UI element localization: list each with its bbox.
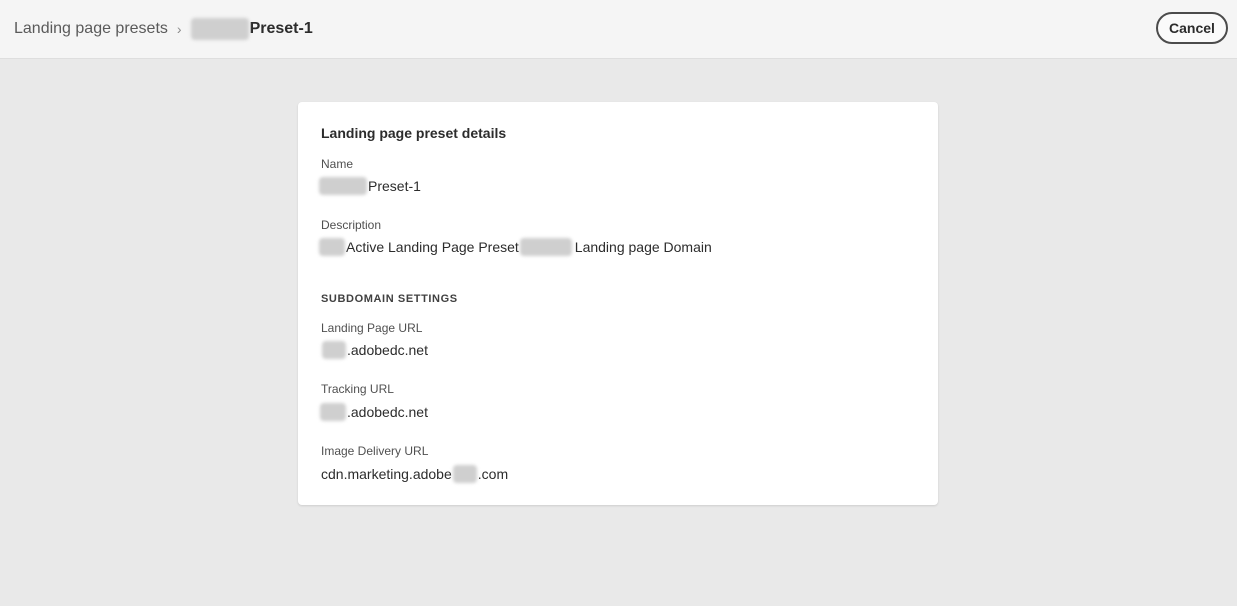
landing-page-url-text: .adobedc.net: [347, 342, 428, 358]
tracking-url-label: Tracking URL: [321, 382, 394, 396]
landing-page-url-label: Landing Page URL: [321, 321, 423, 335]
cancel-button[interactable]: Cancel: [1156, 12, 1228, 44]
redacted-text: [319, 177, 367, 195]
description-part2: Landing page Domain: [574, 239, 712, 255]
name-value-text: Preset-1: [368, 178, 421, 194]
redacted-text: [519, 238, 572, 256]
subdomain-settings-heading: SUBDOMAIN SETTINGS: [321, 293, 458, 305]
image-delivery-url-value: cdn.marketing.adobe .com: [321, 465, 508, 483]
redacted-text: [190, 18, 249, 40]
description-part1: Active Landing Page Preset: [346, 239, 519, 255]
name-value: Preset-1: [318, 177, 421, 195]
breadcrumb-landing-page-presets[interactable]: Landing page presets: [14, 20, 168, 38]
breadcrumb: Landing page presets › Preset-1: [14, 18, 313, 40]
preset-details-card: Landing page preset details Name Preset-…: [298, 102, 938, 505]
tracking-url-value: .adobedc.net: [319, 403, 428, 421]
landing-page-url-value: .adobedc.net: [321, 341, 428, 359]
image-url-suffix: .com: [477, 466, 509, 482]
redacted-text: [322, 341, 346, 359]
top-bar: Landing page presets › Preset-1 Cancel: [0, 0, 1237, 59]
description-label: Description: [321, 218, 382, 232]
tracking-url-text: .adobedc.net: [347, 404, 428, 420]
redacted-text: [320, 403, 346, 421]
redacted-text: [319, 238, 345, 256]
image-url-prefix: cdn.marketing.adobe: [321, 466, 452, 482]
description-value: Active Landing Page Preset Landing page …: [318, 238, 712, 256]
chevron-right-icon: ›: [176, 21, 182, 37]
breadcrumb-current-page: Preset-1: [249, 20, 313, 37]
redacted-text: [452, 465, 477, 483]
image-delivery-url-label: Image Delivery URL: [321, 444, 429, 458]
card-title: Landing page preset details: [321, 125, 507, 141]
name-label: Name: [321, 157, 354, 171]
